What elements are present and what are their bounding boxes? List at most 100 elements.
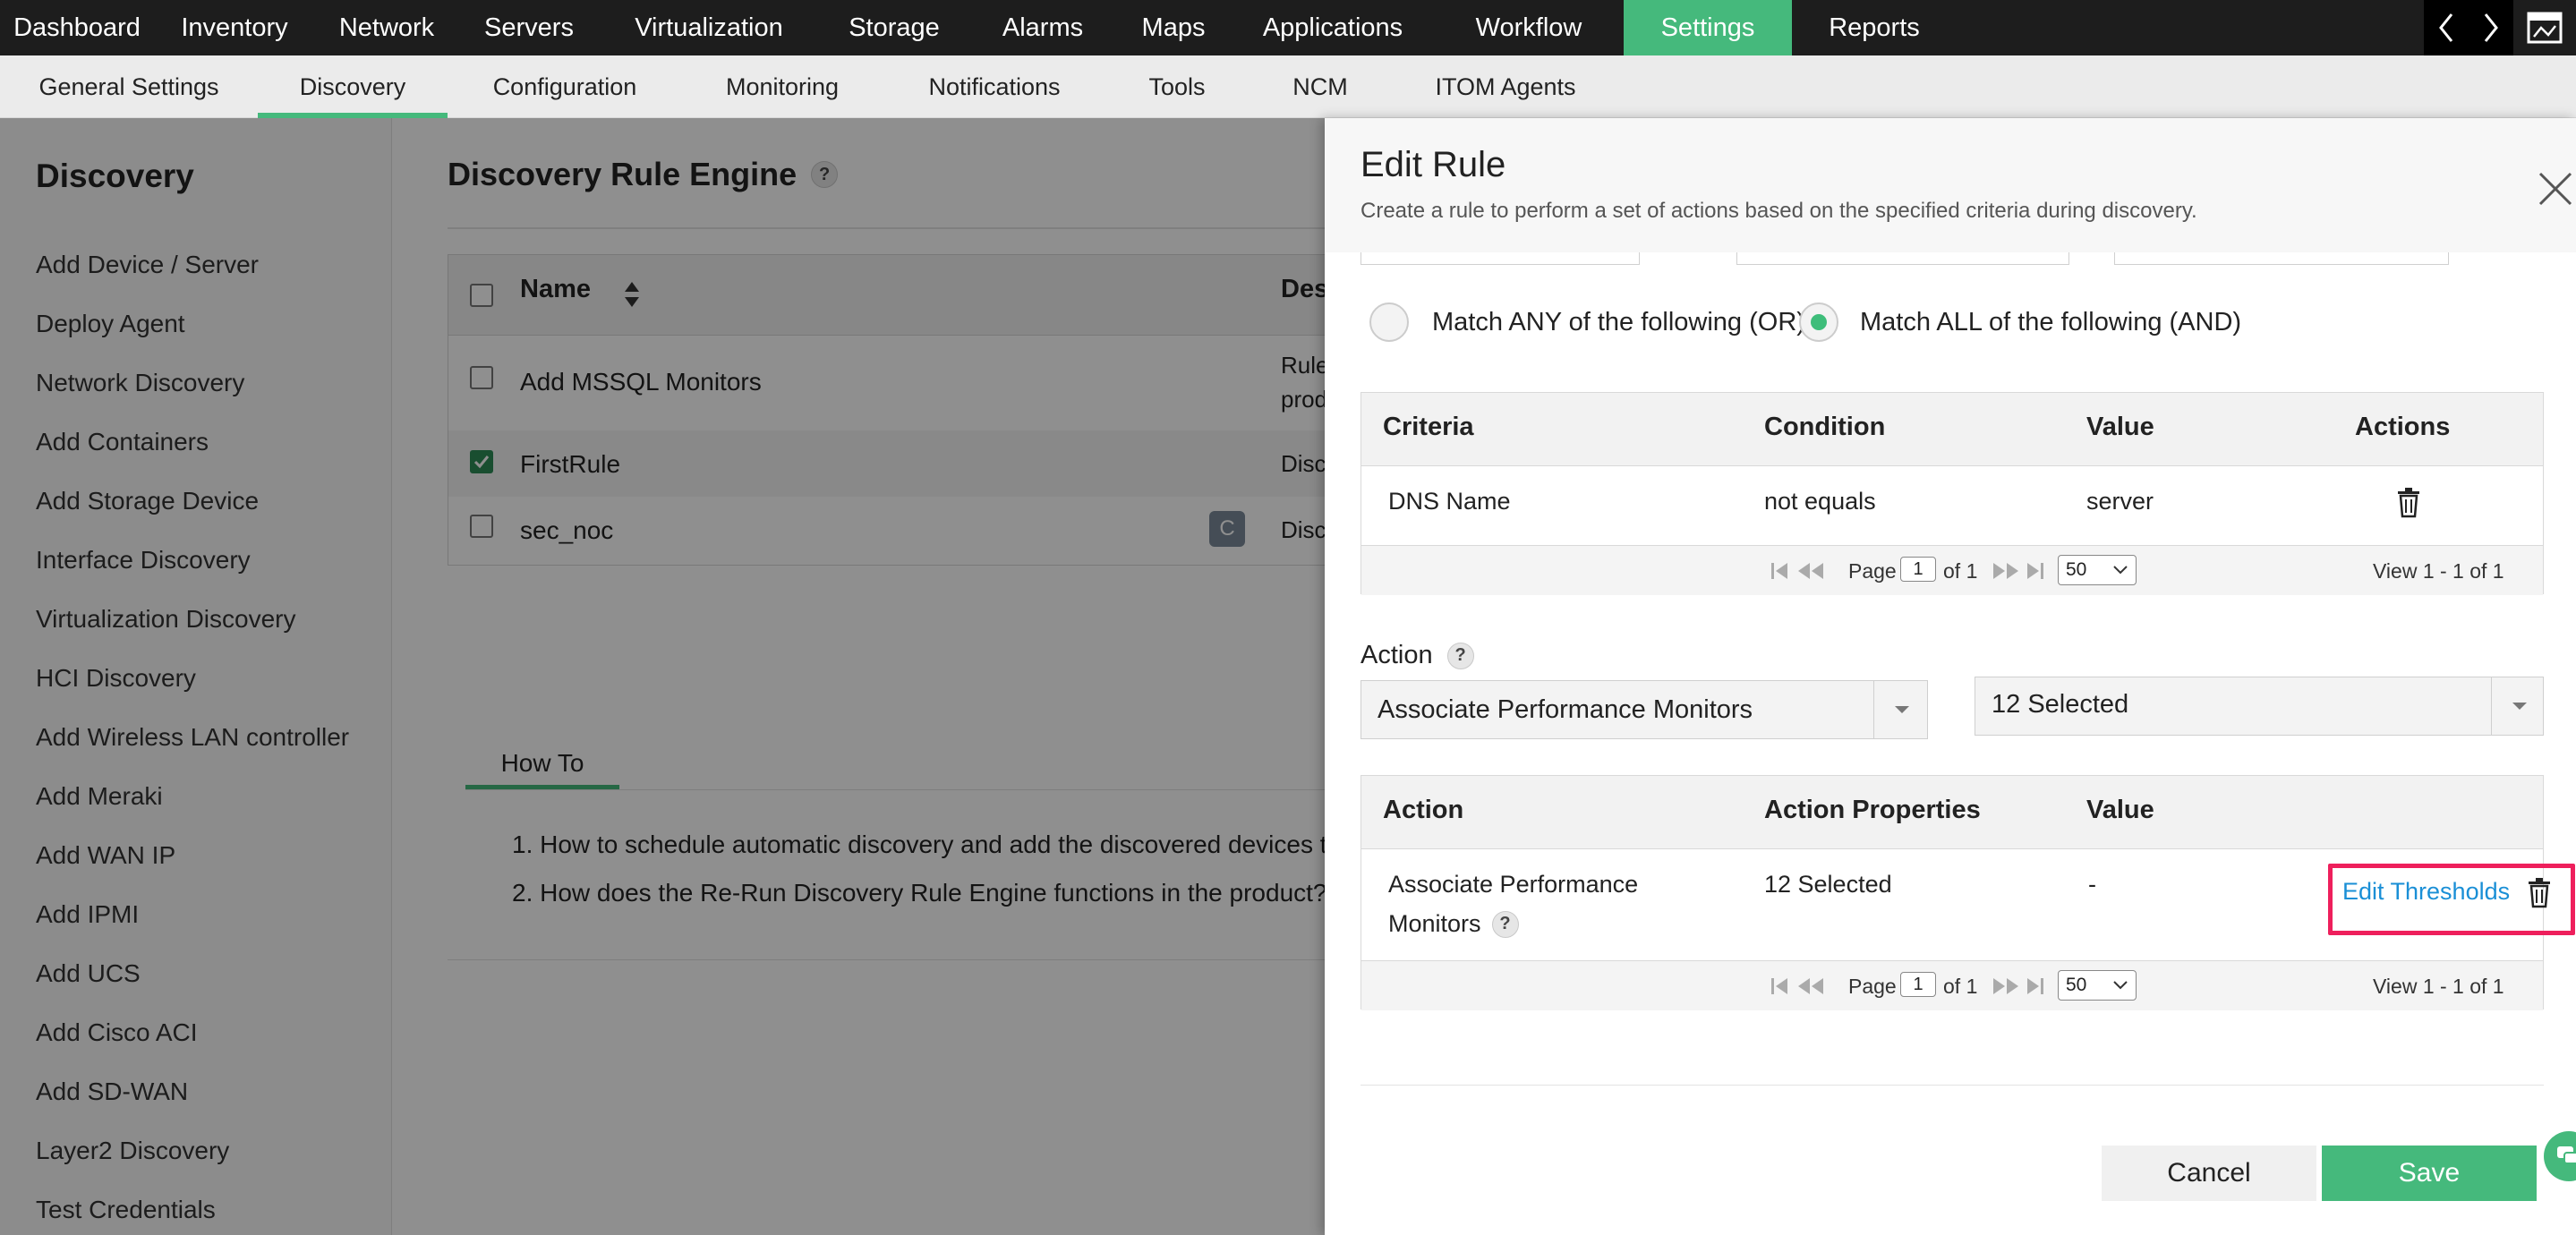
nav-network[interactable]: Network xyxy=(315,0,458,55)
column-action: Action xyxy=(1383,796,1464,824)
tab-configuration[interactable]: Configuration xyxy=(483,55,646,118)
help-icon[interactable]: ? xyxy=(1491,910,1519,938)
match-all-radio[interactable] xyxy=(1799,302,1838,342)
nav-inventory[interactable]: Inventory xyxy=(154,0,315,55)
actions-pager: Page 1 of 1 50 View 1 - 1 of 1 xyxy=(1361,960,2543,1010)
trash-icon[interactable] xyxy=(2396,488,2421,518)
combo-separator xyxy=(1873,681,1874,738)
chat-icon[interactable] xyxy=(2544,1131,2576,1181)
tab-notifications[interactable]: Notifications xyxy=(922,55,1067,118)
column-condition: Condition xyxy=(1764,413,1886,441)
page-size-value: 50 xyxy=(2066,559,2087,580)
action-cell-text: Monitors xyxy=(1388,910,1481,937)
chevron-left-icon[interactable] xyxy=(2428,7,2464,48)
nav-applications[interactable]: Applications xyxy=(1232,0,1434,55)
close-icon[interactable] xyxy=(2533,166,2576,211)
monitors-select[interactable]: 12 Selected xyxy=(1975,677,2544,736)
combo-separator xyxy=(2491,677,2492,735)
first-page-icon[interactable] xyxy=(1770,974,1789,999)
page-size-select[interactable]: 50 xyxy=(2058,555,2137,585)
last-page-icon[interactable] xyxy=(2026,558,2045,583)
page-size-value: 50 xyxy=(2066,975,2087,995)
page-of-label: of 1 xyxy=(1943,975,1978,998)
criteria-grid-header: Criteria Condition Value Actions xyxy=(1361,393,2543,466)
page-input[interactable]: 1 xyxy=(1900,972,1936,997)
criteria-pager: Page 1 of 1 50 View 1 - 1 of 1 xyxy=(1361,545,2543,595)
page-label: Page xyxy=(1848,975,1897,998)
cut-off-field xyxy=(1361,252,1640,265)
nav-dashboard[interactable]: Dashboard xyxy=(0,0,154,55)
page-input[interactable]: 1 xyxy=(1900,557,1936,582)
action-properties-cell: 12 Selected xyxy=(1764,871,1892,898)
action-type-select[interactable]: Associate Performance Monitors xyxy=(1361,680,1928,739)
prev-page-icon[interactable] xyxy=(1796,558,1825,583)
nav-maps[interactable]: Maps xyxy=(1115,0,1232,55)
edit-rule-panel: Edit Rule Create a rule to perform a set… xyxy=(1325,118,2576,1235)
match-all-label[interactable]: Match ALL of the following (AND) xyxy=(1860,308,2241,337)
window-icon[interactable] xyxy=(2513,0,2576,55)
modal-backdrop[interactable] xyxy=(0,118,1325,1235)
action-cell: Monitors ? xyxy=(1388,910,1519,938)
save-button[interactable]: Save xyxy=(2322,1146,2537,1201)
tab-monitoring[interactable]: Monitoring xyxy=(712,55,852,118)
page-size-select[interactable]: 50 xyxy=(2058,970,2137,1001)
match-any-label[interactable]: Match ANY of the following (OR) xyxy=(1432,308,1805,337)
action-value-cell: - xyxy=(2088,871,2096,898)
page-of-label: of 1 xyxy=(1943,559,1978,583)
trash-icon[interactable] xyxy=(2527,878,2552,908)
top-navigation: Dashboard Inventory Network Servers Virt… xyxy=(0,0,2576,55)
value-cell: server xyxy=(2086,488,2154,515)
nav-storage[interactable]: Storage xyxy=(818,0,970,55)
prev-page-icon[interactable] xyxy=(1796,974,1825,999)
next-page-icon[interactable] xyxy=(1992,974,2020,999)
condition-cell: not equals xyxy=(1764,488,1876,515)
panel-header: Edit Rule Create a rule to perform a set… xyxy=(1325,118,2576,252)
help-icon[interactable]: ? xyxy=(1446,642,1474,669)
column-actions: Actions xyxy=(2355,413,2451,441)
column-action-properties: Action Properties xyxy=(1764,796,1981,824)
criteria-grid: Criteria Condition Value Actions DNS Nam… xyxy=(1361,392,2544,595)
edit-thresholds-link[interactable]: Edit Thresholds xyxy=(2342,878,2510,906)
cut-off-field xyxy=(1736,252,2069,265)
match-any-radio[interactable] xyxy=(1369,302,1409,342)
chevron-down-icon xyxy=(2113,566,2128,575)
footer-divider xyxy=(1361,1085,2544,1086)
column-value: Value xyxy=(2086,413,2154,441)
tab-discovery[interactable]: Discovery xyxy=(258,55,448,118)
sub-navigation: General Settings Discovery Configuration… xyxy=(0,55,2576,118)
nav-workflow[interactable]: Workflow xyxy=(1434,0,1624,55)
cut-off-field xyxy=(2114,252,2449,265)
actions-grid: Action Action Properties Value Associate… xyxy=(1361,775,2575,1010)
action-type-value: Associate Performance Monitors xyxy=(1378,695,1753,724)
tab-general-settings[interactable]: General Settings xyxy=(27,55,231,118)
chevron-down-icon xyxy=(2113,981,2128,990)
page-label: Page xyxy=(1848,559,1897,583)
action-label: Action ? xyxy=(1361,641,1474,670)
tab-itom-agents[interactable]: ITOM Agents xyxy=(1425,55,1586,118)
column-value: Value xyxy=(2086,796,2154,824)
monitors-selected-value: 12 Selected xyxy=(1992,690,2129,719)
tab-ncm[interactable]: NCM xyxy=(1280,55,1361,118)
next-page-icon[interactable] xyxy=(1992,558,2020,583)
actions-grid-header: Action Action Properties Value xyxy=(1361,776,2543,849)
nav-servers[interactable]: Servers xyxy=(458,0,600,55)
chevron-down-icon xyxy=(1895,706,1909,713)
nav-settings[interactable]: Settings xyxy=(1624,0,1792,55)
chevron-right-icon[interactable] xyxy=(2473,7,2509,48)
nav-right-controls xyxy=(2424,0,2576,55)
nav-alarms[interactable]: Alarms xyxy=(970,0,1115,55)
first-page-icon[interactable] xyxy=(1770,558,1789,583)
action-label-text: Action xyxy=(1361,641,1433,669)
nav-virtualization[interactable]: Virtualization xyxy=(600,0,818,55)
action-cell: Associate Performance xyxy=(1388,871,1639,898)
last-page-icon[interactable] xyxy=(2026,974,2045,999)
criteria-cell: DNS Name xyxy=(1388,488,1511,515)
nav-reports[interactable]: Reports xyxy=(1792,0,1957,55)
panel-title: Edit Rule xyxy=(1361,145,1506,184)
view-count: View 1 - 1 of 1 xyxy=(2373,975,2504,998)
nav-arrows xyxy=(2424,0,2513,55)
tab-tools[interactable]: Tools xyxy=(1137,55,1217,118)
cancel-button[interactable]: Cancel xyxy=(2102,1146,2316,1201)
panel-subtitle: Create a rule to perform a set of action… xyxy=(1361,199,2197,223)
column-criteria: Criteria xyxy=(1383,413,1474,441)
